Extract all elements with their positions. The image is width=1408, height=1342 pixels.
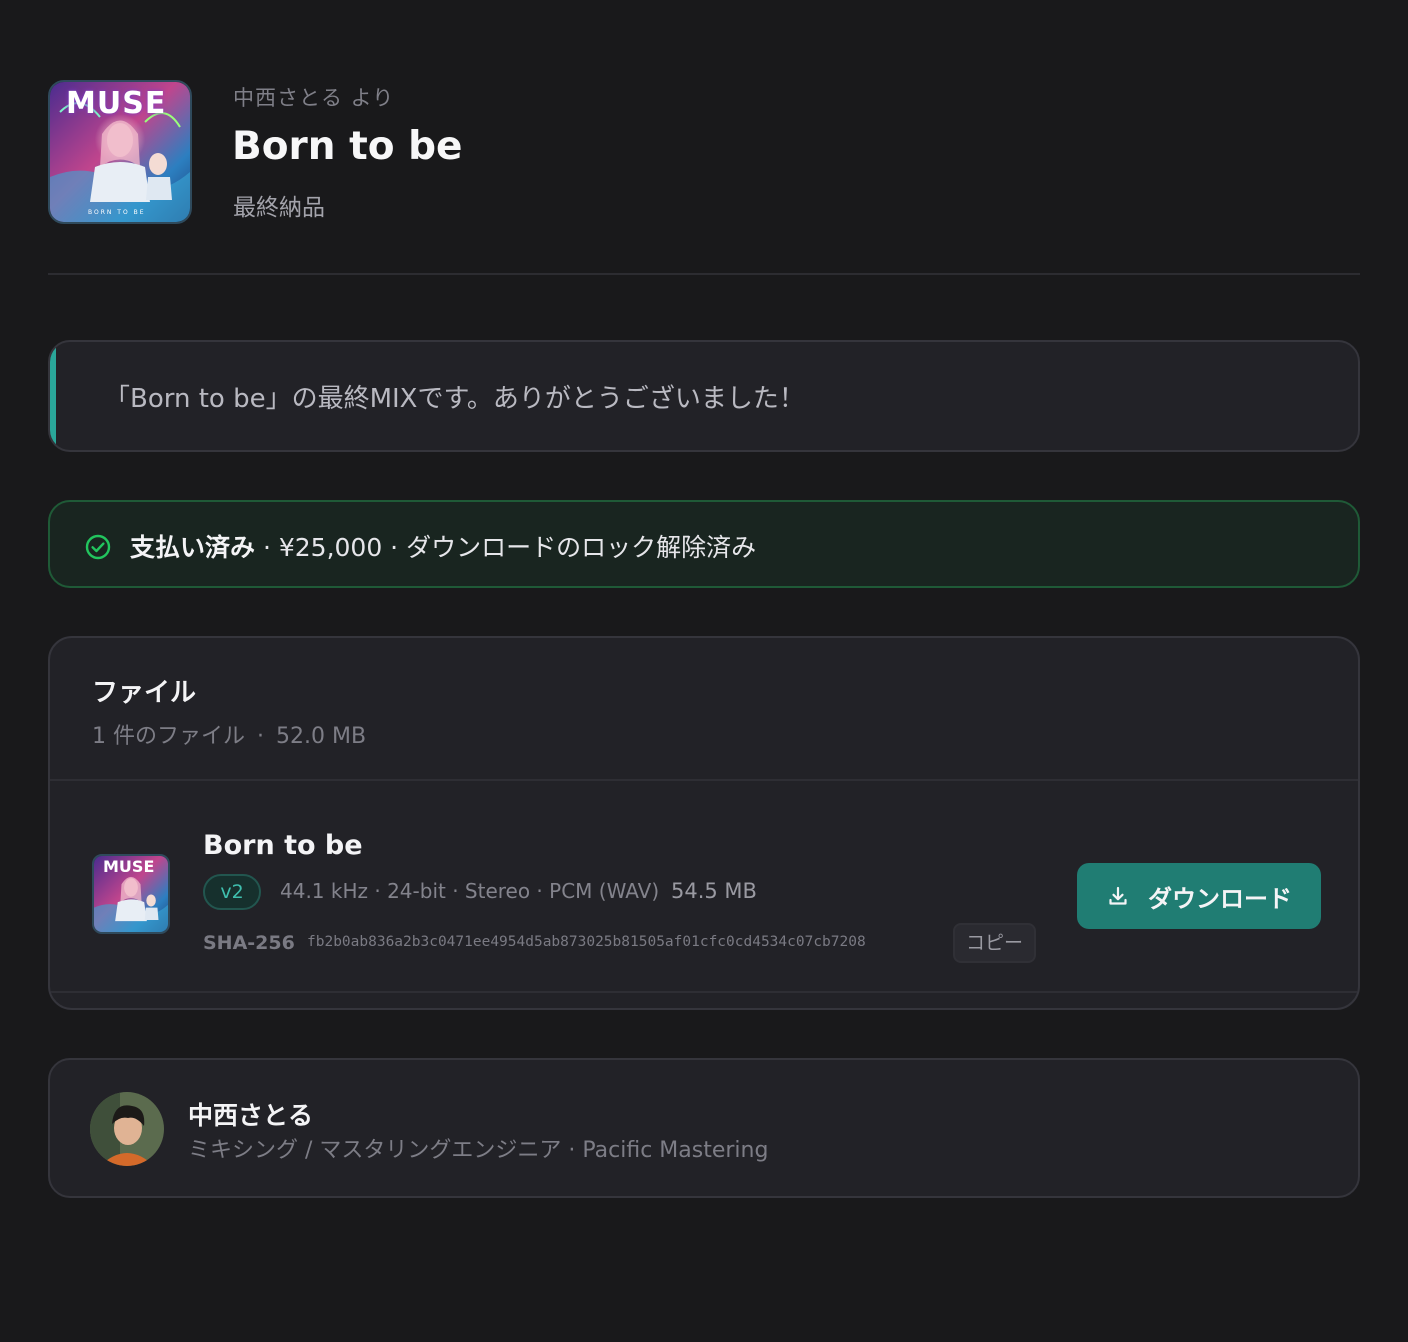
sha-label: SHA-256: [203, 932, 295, 954]
file-format: 44.1 kHz · 24-bit · Stereo · PCM (WAV): [280, 879, 660, 903]
files-divider: [50, 779, 1358, 781]
delivery-header: MUSE BORN TO BE 中西さとる より Born to be 最終納品: [48, 80, 1360, 275]
copy-hash-button[interactable]: コピー: [953, 923, 1036, 963]
sha-value[interactable]: fb2b0ab836a2b3c0471ee4954d5ab873025b8150…: [307, 934, 866, 950]
file-title: Born to be: [203, 830, 363, 861]
album-cover: MUSE BORN TO BE: [48, 80, 192, 224]
summary-separator: ·: [257, 724, 264, 749]
file-count: 1 件のファイル: [92, 724, 245, 749]
delivery-page: MUSE BORN TO BE 中西さとる より Born to be 最終納品…: [0, 0, 1408, 1342]
delivery-type: 最終納品: [233, 195, 325, 221]
download-label: ダウンロード: [1148, 884, 1292, 913]
version-badge: v2: [203, 874, 261, 910]
message-accent-bar: [50, 342, 56, 450]
file-thumbnail: MUSE: [92, 854, 170, 934]
files-title: ファイル: [92, 678, 197, 708]
payment-status: 支払い済み: [130, 533, 256, 562]
payment-text: 支払い済み · ¥25,000 · ダウンロードのロック解除済み: [130, 528, 756, 564]
engineer-role: ミキシング / マスタリングエンジニア · Pacific Mastering: [188, 1138, 769, 1163]
files-summary: 1 件のファイル · 52.0 MB: [92, 718, 366, 750]
page-title: Born to be: [232, 124, 463, 169]
message-text: 「Born to be」の最終MIXです。ありがとうございました！: [104, 384, 805, 414]
download-icon: [1109, 886, 1127, 905]
header-divider: [48, 273, 1360, 275]
payment-detail: · ¥25,000 · ダウンロードのロック解除済み: [255, 533, 757, 562]
thumbnail-logo-text: MUSE: [103, 857, 155, 876]
avatar: [90, 1092, 164, 1166]
file-size: 54.5 MB: [671, 879, 757, 903]
engineer-card: 中西さとる ミキシング / マスタリングエンジニア · Pacific Mast…: [48, 1058, 1360, 1198]
cover-caption: BORN TO BE: [88, 209, 146, 216]
sender-label: 中西さとる より: [233, 86, 395, 110]
files-bottom-divider: [50, 991, 1358, 993]
cover-logo-text: MUSE: [66, 86, 167, 121]
files-card: ファイル 1 件のファイル · 52.0 MB MUSE Born to be v2…: [48, 636, 1360, 1010]
payment-status-banner: 支払い済み · ¥25,000 · ダウンロードのロック解除済み: [48, 500, 1360, 588]
download-button[interactable]: ダウンロード: [1077, 863, 1321, 929]
message-card: 「Born to be」の最終MIXです。ありがとうございました！: [48, 340, 1360, 452]
check-circle-icon: [85, 534, 111, 560]
engineer-name: 中西さとる: [188, 1101, 314, 1130]
files-total-size: 52.0 MB: [276, 724, 367, 749]
